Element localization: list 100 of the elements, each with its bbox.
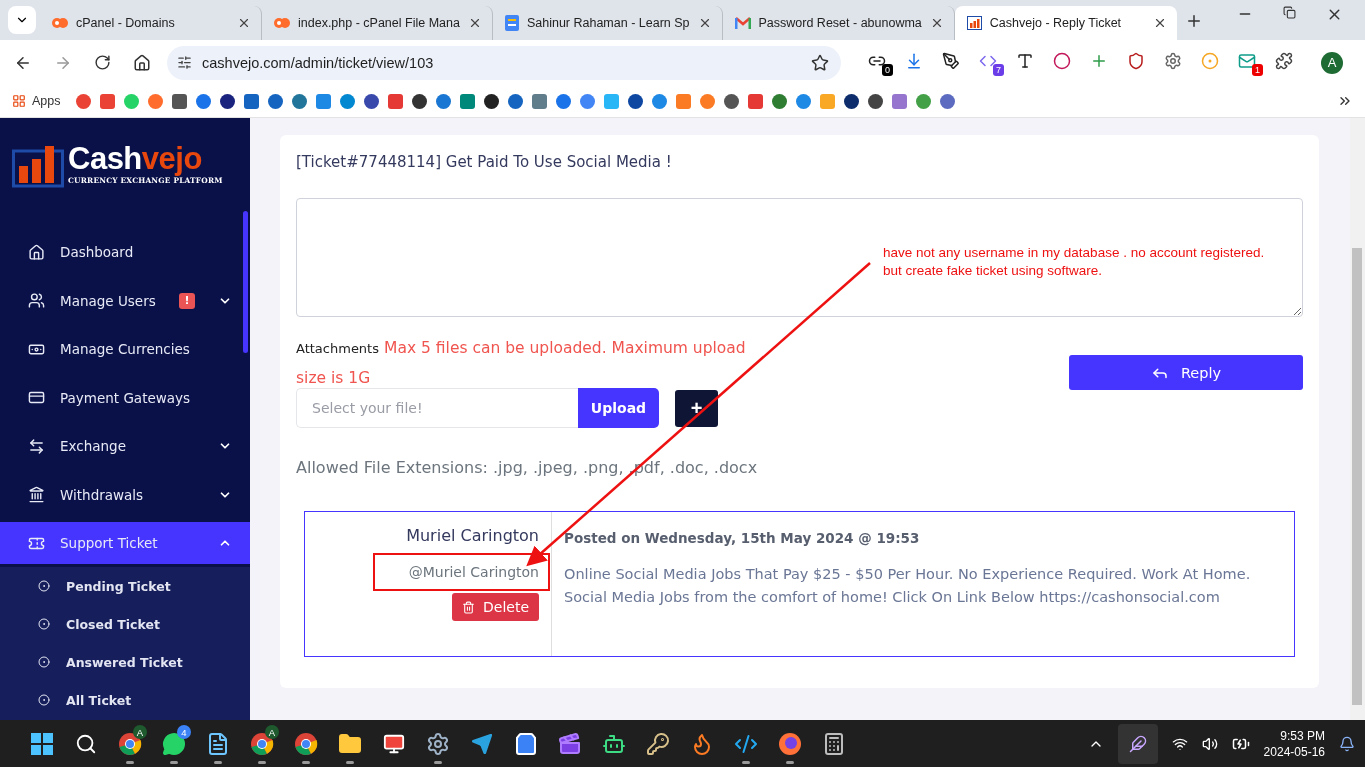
sidebar-item[interactable]: Withdrawals bbox=[0, 470, 250, 519]
upload-button[interactable]: Upload bbox=[578, 388, 659, 428]
sidebar-item[interactable]: Payment Gateways bbox=[0, 373, 250, 422]
bookmark-icon[interactable] bbox=[483, 93, 499, 109]
home-icon bbox=[28, 243, 45, 261]
sidebar-item[interactable]: Support Ticket bbox=[0, 522, 250, 564]
extensions-icon bbox=[1275, 51, 1293, 70]
cpanel-icon bbox=[274, 16, 290, 30]
mail-icon bbox=[734, 17, 751, 29]
delete-button[interactable]: Delete bbox=[452, 593, 539, 621]
close-icon[interactable] bbox=[237, 16, 251, 30]
sidebar-item[interactable]: Dashboard bbox=[0, 228, 250, 277]
settings-icon[interactable] bbox=[426, 731, 450, 756]
scrollbar-thumb[interactable] bbox=[1352, 248, 1362, 705]
circle-dot-icon bbox=[38, 656, 50, 668]
extension-button[interactable]: 7 bbox=[978, 49, 1004, 76]
sidebar-item[interactable]: Manage Users ! bbox=[0, 276, 250, 325]
bookmark-icon[interactable] bbox=[723, 93, 739, 109]
count-badge: 1 bbox=[1252, 63, 1263, 76]
submenu-item[interactable]: All Ticket bbox=[0, 681, 250, 719]
search-icon[interactable] bbox=[75, 732, 97, 755]
annotation-note: have not any username in my database . no account registered. bbox=[883, 245, 1265, 260]
key-icon[interactable] bbox=[646, 731, 670, 756]
reply-button[interactable]: Reply bbox=[1069, 355, 1303, 390]
message-field[interactable] bbox=[296, 198, 1303, 317]
sidebar-item[interactable]: Exchange bbox=[0, 422, 250, 471]
reload-icon[interactable] bbox=[94, 54, 111, 71]
bookmark-icon[interactable] bbox=[171, 93, 187, 109]
notepad-icon[interactable] bbox=[206, 731, 230, 756]
circle-dot-icon bbox=[38, 618, 50, 630]
app-badge: 4 bbox=[177, 725, 191, 739]
pen-icon bbox=[942, 51, 960, 70]
ticket-title: [Ticket#77448114] Get Paid To Use Social Media ! bbox=[296, 152, 673, 173]
volume-icon[interactable] bbox=[1201, 735, 1218, 752]
app-badge: A bbox=[265, 725, 279, 739]
profile-avatar[interactable]: A bbox=[1321, 51, 1343, 74]
document-icon bbox=[504, 15, 519, 31]
chrome-icon[interactable] bbox=[294, 731, 318, 756]
chat-bubble-icon[interactable] bbox=[162, 731, 186, 756]
calculator-icon[interactable] bbox=[822, 731, 846, 756]
bookmark-icon[interactable] bbox=[627, 93, 643, 109]
annotation-note: but create fake ticket using software. bbox=[883, 263, 1104, 278]
alert-badge: ! bbox=[179, 292, 195, 309]
circle-dot-icon bbox=[38, 694, 50, 706]
bookmark-icon[interactable] bbox=[411, 93, 427, 109]
restore-icon[interactable] bbox=[1283, 5, 1296, 19]
clapperboard-icon[interactable] bbox=[558, 731, 582, 756]
folder-icon[interactable] bbox=[338, 731, 362, 756]
users-icon bbox=[28, 292, 45, 310]
sidebar-item[interactable]: Manage Currencies bbox=[0, 325, 250, 374]
trash-icon bbox=[462, 600, 475, 614]
firefox-icon[interactable] bbox=[778, 731, 802, 756]
submenu-item[interactable]: Pending Ticket bbox=[0, 567, 250, 605]
submenu-item[interactable]: Closed Ticket bbox=[0, 605, 250, 643]
ring-icon bbox=[1053, 51, 1071, 70]
app-badge: A bbox=[133, 725, 147, 739]
bank-icon bbox=[28, 486, 45, 504]
posted-date: Posted on Wednesday, 15th May 2024 @ 19:53 bbox=[564, 530, 921, 546]
circle-dot-icon bbox=[38, 580, 50, 592]
font-icon bbox=[1016, 51, 1034, 70]
pen-menu-button[interactable] bbox=[1117, 723, 1158, 764]
bookmark-icon[interactable] bbox=[867, 93, 883, 109]
logo-wordmark: Cashvejo bbox=[68, 142, 202, 176]
apps-shortcut[interactable]: Apps bbox=[12, 94, 61, 108]
remote-desktop-icon[interactable] bbox=[383, 732, 405, 755]
paper-plane-icon[interactable] bbox=[471, 732, 493, 755]
home-icon[interactable] bbox=[133, 53, 151, 72]
attachments-text: Attachments Max 5 files can be uploaded. Maximum upload size is 1G bbox=[296, 338, 747, 389]
author-username: @Muriel Carington bbox=[408, 564, 539, 580]
count-badge: 0 bbox=[882, 63, 893, 76]
bookmark-icon[interactable] bbox=[363, 93, 379, 109]
exchange-icon bbox=[28, 437, 45, 455]
browser-tab[interactable]: Cashvejo - Reply Ticket bbox=[954, 6, 1177, 40]
submenu-item[interactable]: Answered Ticket bbox=[0, 643, 250, 681]
clock[interactable]: 9:53 PM 2024-05-16 bbox=[1263, 727, 1325, 760]
bookmark-icon[interactable] bbox=[219, 93, 235, 109]
author-name: Muriel Carington bbox=[406, 526, 539, 545]
site-settings-icon[interactable] bbox=[177, 55, 192, 70]
count-badge: 7 bbox=[993, 63, 1004, 76]
bookmark-star-icon[interactable] bbox=[811, 53, 829, 72]
bookmark-icon[interactable] bbox=[843, 93, 859, 109]
notification-icon[interactable] bbox=[1339, 735, 1355, 752]
add-file-button[interactable]: + bbox=[675, 389, 718, 427]
gear-icon bbox=[1164, 51, 1182, 70]
message-text: Online Social Media Jobs That Pay $25 - $50 Per Hour. No Experience Required. Work At Home. Social Media Jobs from the comfort of home! Click On Link Below https://cashonsocial.com bbox=[564, 565, 1252, 607]
file-field[interactable]: Select your file! bbox=[296, 388, 578, 428]
address-bar[interactable]: cashvejo.com/admin/ticket/view/103 bbox=[167, 45, 841, 80]
shield-icon bbox=[1127, 51, 1145, 70]
extension-button[interactable]: 1 bbox=[1237, 49, 1263, 76]
target-icon bbox=[1201, 51, 1219, 70]
mail-icon bbox=[1238, 51, 1256, 70]
scrollbar-thumb[interactable] bbox=[243, 211, 248, 353]
cpanel-icon bbox=[52, 16, 68, 30]
store-icon[interactable] bbox=[514, 731, 538, 756]
extension-button[interactable]: 0 bbox=[867, 49, 893, 76]
chrome-icon[interactable] bbox=[250, 731, 274, 756]
windows-icon[interactable] bbox=[31, 732, 53, 755]
download-icon bbox=[905, 51, 923, 70]
chrome-icon[interactable] bbox=[118, 731, 142, 756]
feather-icon bbox=[1128, 734, 1147, 753]
